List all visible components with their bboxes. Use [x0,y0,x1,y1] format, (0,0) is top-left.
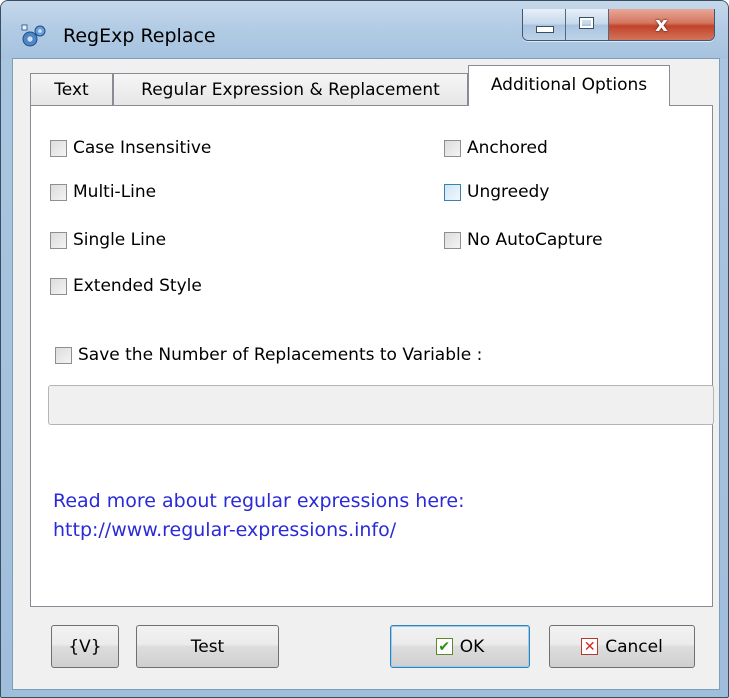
no-autocapture-option[interactable]: No AutoCapture [444,230,603,250]
tab-strip: Text Regular Expression & Replacement Ad… [13,59,719,106]
insert-variable-button[interactable]: {V} [51,625,119,668]
ok-label: OK [459,636,485,657]
anchored-option[interactable]: Anchored [444,138,548,158]
single-line-checkbox[interactable] [50,231,67,249]
close-button[interactable]: x [609,9,714,40]
save-replacements-label: Save the Number of Replacements to Varia… [78,345,483,365]
extended-style-checkbox[interactable] [50,277,67,295]
info-text: Read more about regular expressions here… [53,490,465,512]
cancel-label: Cancel [605,636,663,657]
no-autocapture-label: No AutoCapture [467,230,603,250]
no-autocapture-checkbox[interactable] [444,231,461,249]
single-line-label: Single Line [73,230,167,250]
tab-additional-options[interactable]: Additional Options [468,65,670,106]
single-line-option[interactable]: Single Line [50,230,166,250]
extended-style-label: Extended Style [73,276,202,296]
cross-icon: ✕ [581,638,599,655]
ungreedy-option[interactable]: Ungreedy [444,182,549,202]
multi-line-option[interactable]: Multi-Line [50,182,156,202]
ungreedy-label: Ungreedy [467,182,550,202]
case-insensitive-label: Case Insensitive [73,138,212,158]
regexp-replace-window: RegExp Replace x Text Regular Expression… [0,0,729,698]
window-controls: x [522,9,715,41]
test-label: Test [190,636,225,657]
minimize-icon [536,26,554,33]
extended-style-option[interactable]: Extended Style [50,276,202,296]
title-bar[interactable]: RegExp Replace x [1,1,728,59]
tab-regular-expression-replacement[interactable]: Regular Expression & Replacement [113,73,468,105]
save-replacements-option[interactable]: Save the Number of Replacements to Varia… [55,345,482,365]
variable-name-field[interactable] [48,385,714,425]
maximize-icon [579,17,594,29]
anchored-checkbox[interactable] [444,139,461,157]
maximize-button[interactable] [566,9,609,40]
app-gear-icon [21,24,46,47]
ungreedy-checkbox[interactable] [444,183,461,201]
test-button[interactable]: Test [136,625,279,668]
ok-button[interactable]: ✔ OK [390,625,530,668]
cancel-button[interactable]: ✕ Cancel [549,625,695,668]
case-insensitive-checkbox[interactable] [50,139,67,157]
save-replacements-checkbox[interactable] [55,346,72,364]
case-insensitive-option[interactable]: Case Insensitive [50,138,211,158]
insert-variable-label: {V} [68,636,102,657]
anchored-label: Anchored [467,138,548,158]
minimize-button[interactable] [523,9,566,40]
tab-text[interactable]: Text [30,73,113,105]
multi-line-checkbox[interactable] [50,183,67,201]
multi-line-label: Multi-Line [73,182,157,202]
window-title: RegExp Replace [63,25,216,47]
checkmark-icon: ✔ [435,638,453,655]
close-icon: x [655,12,668,36]
regex-info-link[interactable]: http://www.regular-expressions.info/ [53,519,396,541]
